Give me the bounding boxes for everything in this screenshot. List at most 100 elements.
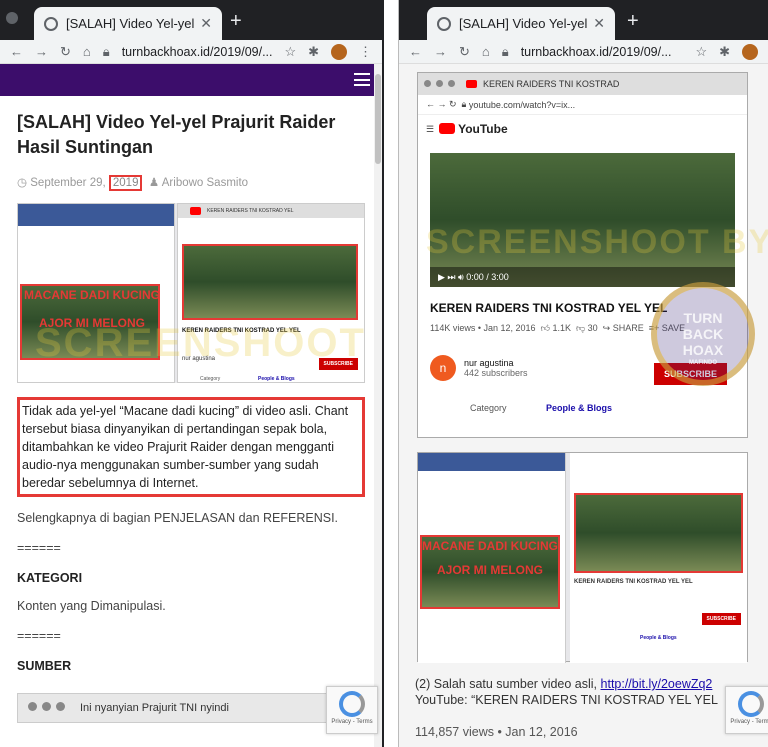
address-bar[interactable]: turnbackhoax.id/2019/09/... [122,45,273,59]
subscribe-button: SUBSCRIBE [701,613,741,625]
window-menu-icon[interactable] [6,12,18,24]
recaptcha-icon [339,691,365,717]
browser-tab[interactable]: [SALAH] Video Yel-yel Praju ✕ [34,7,222,40]
category-value: People & Blogs [640,635,677,641]
category-value: Konten yang Dimanipulasi. [17,599,166,613]
yt-tab-title: KEREN RAIDERS TNI KOSTRAD [483,79,620,89]
youtube-favicon [466,80,477,88]
back-icon[interactable]: ← [409,44,422,59]
tab-strip: [SALAH] Video Yel-yel Praju ✕ + [0,0,382,40]
close-tab-icon[interactable]: ✕ [593,15,605,32]
address-bar[interactable]: turnbackhoax.id/2019/09/... [521,45,684,59]
source-views: 114,857 views • Jan 12, 2016 [415,725,578,739]
source-tab-title: Ini nyanyian Prajurit TNI nyindi [80,702,229,714]
separator: ====== [17,629,61,643]
new-tab-icon[interactable]: + [627,10,639,33]
globe-icon [437,16,451,31]
home-icon[interactable]: ⌂ [482,44,490,59]
video-player: ▶ ⏭ 🔊︎ 0:00 / 3:00 [430,153,735,287]
youtube-video [182,244,358,320]
tab-title: [SALAH] Video Yel-yel Praju [66,16,195,31]
channel-name: nur agustina [464,358,514,368]
article-title: [SALAH] Video Yel-yel Prajurit Raider Ha… [17,112,336,157]
lock-icon: 🔒︎ [501,43,509,59]
facebook-topbar [18,204,174,226]
left-browser-window: [SALAH] Video Yel-yel Praju ✕ + ← → ↻ ⌂ … [0,0,384,747]
recaptcha-badge[interactable]: Privacy - Terms [326,686,378,734]
channel-subs: 442 subscribers [464,368,528,378]
hamburger-menu-icon[interactable] [354,73,370,86]
channel-info: n nur agustina 442 subscribers [430,355,528,381]
mafindo-badge: TURN BACK HOAX MAFINDO [651,282,755,386]
video-title: KEREN RAIDERS TNI KOSTRAD YEL YEL [574,579,693,585]
extensions-icon[interactable]: ✱ [719,44,730,60]
article-year: 2019 [108,175,143,191]
article-date: September 29, [30,177,106,189]
star-icon[interactable]: ☆ [284,44,296,60]
video-time: 0:00 / 3:00 [466,272,509,282]
more-info-text: Selengkapnya di bagian PENJELASAN dan RE… [17,511,339,525]
menu-icon: ☰ [426,123,440,134]
category-label: Category [200,376,221,382]
yt-tab: KEREN RAIDERS TNI KOSTRAD YEL [178,204,364,218]
right-browser-window: [SALAH] Video Yel-yel Praju ✕ + ← → ↻ ⌂ … [398,0,768,747]
overlay-caption-1: MACANE DADI KUCING [24,288,160,302]
lock-icon: 🔒︎ [102,43,110,59]
star-icon[interactable]: ☆ [695,44,707,60]
tab-strip: [SALAH] Video Yel-yel Praju ✕ + [399,0,768,40]
more-menu-icon[interactable]: ⋮ [359,44,372,60]
source-heading: SUMBER [17,659,72,673]
facebook-screenshot: MACANE DADI KUCING AJOR MI MELONG [418,453,566,663]
video-title: KEREN RAIDERS TNI KOSTRAD YEL YEL [430,301,668,315]
globe-icon [44,16,58,31]
home-icon[interactable]: ⌂ [83,44,91,59]
new-tab-icon[interactable]: + [230,10,242,33]
browser-toolbar: ← → ↻ ⌂ 🔒︎ turnbackhoax.id/2019/09/... ☆… [399,40,768,64]
category-label: Category [470,403,507,413]
browser-toolbar: ← → ↻ ⌂ 🔒︎ turnbackhoax.id/2019/09/... ☆… [0,40,382,64]
extensions-icon[interactable]: ✱ [308,44,319,60]
yt-address-bar: ← → ↻ 🔒︎ youtube.com/watch?v=ix... [418,95,747,115]
forward-icon[interactable]: → [35,44,48,59]
watermark-text: SCREENSHOOT BY [426,223,768,261]
yt-tab-bar: KEREN RAIDERS TNI KOSTRAD [418,73,747,95]
page-content: KEREN RAIDERS TNI KOSTRAD ← → ↻ 🔒︎ youtu… [399,64,768,747]
article-meta: ◷ September 29, 2019 ♟ Aribowo Sasmito [17,175,365,191]
category-value: People & Blogs [258,376,295,382]
overlay-caption-2: AJOR MI MELONG [436,563,543,577]
channel-avatar: n [430,355,456,381]
avatar[interactable] [742,43,758,60]
recaptcha-text: Privacy - Terms [730,719,768,725]
source-link[interactable]: http://bit.ly/2oewZq2 [601,677,713,691]
scrollbar[interactable] [374,64,382,747]
recaptcha-icon [738,691,764,717]
watermark-text: SCREENSHOOT BY [35,321,365,365]
youtube-screenshot-small: KEREN RAIDERS TNI KOSTRAD YEL YEL SUBSCR… [570,453,747,663]
window-dots-icon [28,702,70,714]
scrollbar-thumb[interactable] [375,74,381,164]
article-author[interactable]: Aribowo Sasmito [162,177,248,189]
evidence-image: MACANE DADI KUCING AJOR MI MELONG KEREN … [17,203,365,383]
separator: ====== [17,541,61,555]
nav-icons: ← → ↻ 🔒︎ [426,99,469,109]
category-heading: KATEGORI [17,571,83,585]
window-dots-icon [424,79,460,89]
source-screenshot: Ini nyanyian Prajurit TNI nyindi [17,693,365,723]
play-icon: ▶ ⏭ 🔊︎ [438,272,467,282]
video-meta: 114K views • Jan 12, 2016 👍︎ 1.1K 👎︎ 30 … [430,323,686,333]
close-tab-icon[interactable]: ✕ [200,15,212,32]
avatar[interactable] [331,43,347,60]
forward-icon[interactable]: → [434,44,447,59]
back-icon[interactable]: ← [10,44,23,59]
user-icon: ♟ [145,177,160,189]
overlay-caption-1: MACANE DADI KUCING [422,539,558,553]
recaptcha-badge[interactable]: Privacy - Terms [725,686,768,734]
composite-screenshot: MACANE DADI KUCING AJOR MI MELONG KEREN … [417,452,748,663]
clock-icon: ◷ [17,177,28,189]
browser-tab[interactable]: [SALAH] Video Yel-yel Praju ✕ [427,7,615,40]
recaptcha-text: Privacy - Terms [331,719,373,725]
site-header [0,64,382,96]
reload-icon[interactable]: ↻ [60,44,71,60]
yt-url: youtube.com/watch?v=ix... [468,99,576,110]
reload-icon[interactable]: ↻ [459,44,470,60]
